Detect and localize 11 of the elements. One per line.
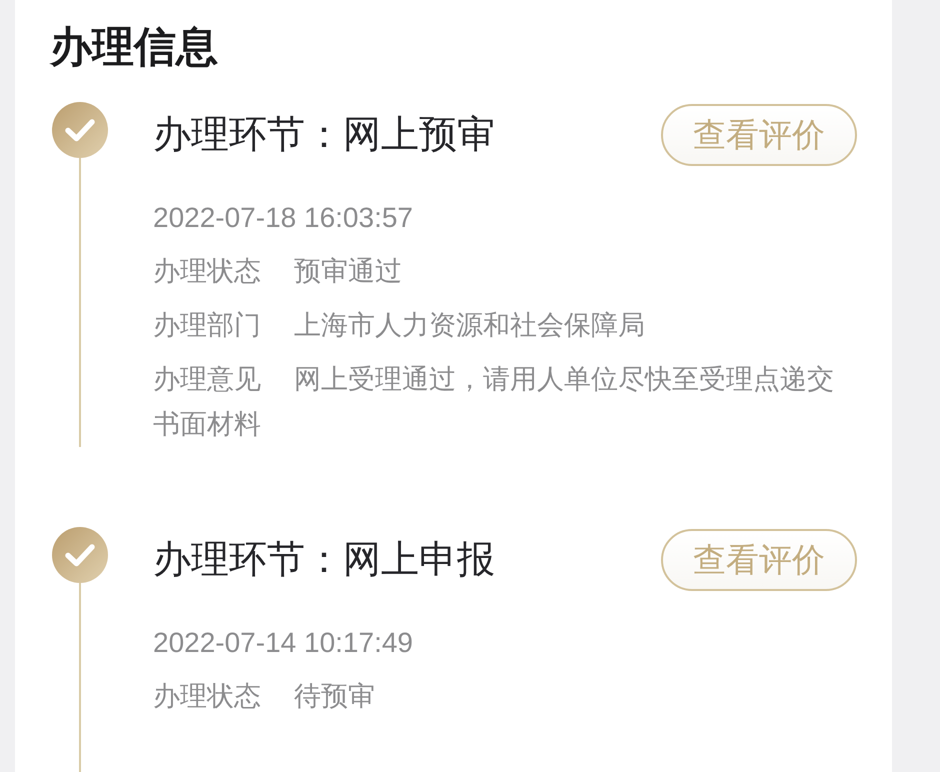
view-rating-button[interactable]: 查看评价 xyxy=(661,529,857,591)
detail-text: 办理状态 预审通过 xyxy=(153,255,403,288)
step-title: 办理环节：网上预审 xyxy=(153,113,495,158)
detail-text: 办理意见 网上受理通过，请用人单位尽快至受理点递交书面材料 xyxy=(153,363,835,441)
step-timestamp: 2022-07-14 10:17:49 xyxy=(153,626,413,660)
step-timestamp: 2022-07-18 16:03:57 xyxy=(153,201,413,235)
view-rating-button[interactable]: 查看评价 xyxy=(661,104,857,166)
detail-text: 办理部门 上海市人力资源和社会保障局 xyxy=(153,309,646,342)
section-title: 办理信息 xyxy=(50,22,218,72)
step-title: 办理环节：网上申报 xyxy=(153,538,495,583)
detail-text: 办理状态 待预审 xyxy=(153,680,376,713)
